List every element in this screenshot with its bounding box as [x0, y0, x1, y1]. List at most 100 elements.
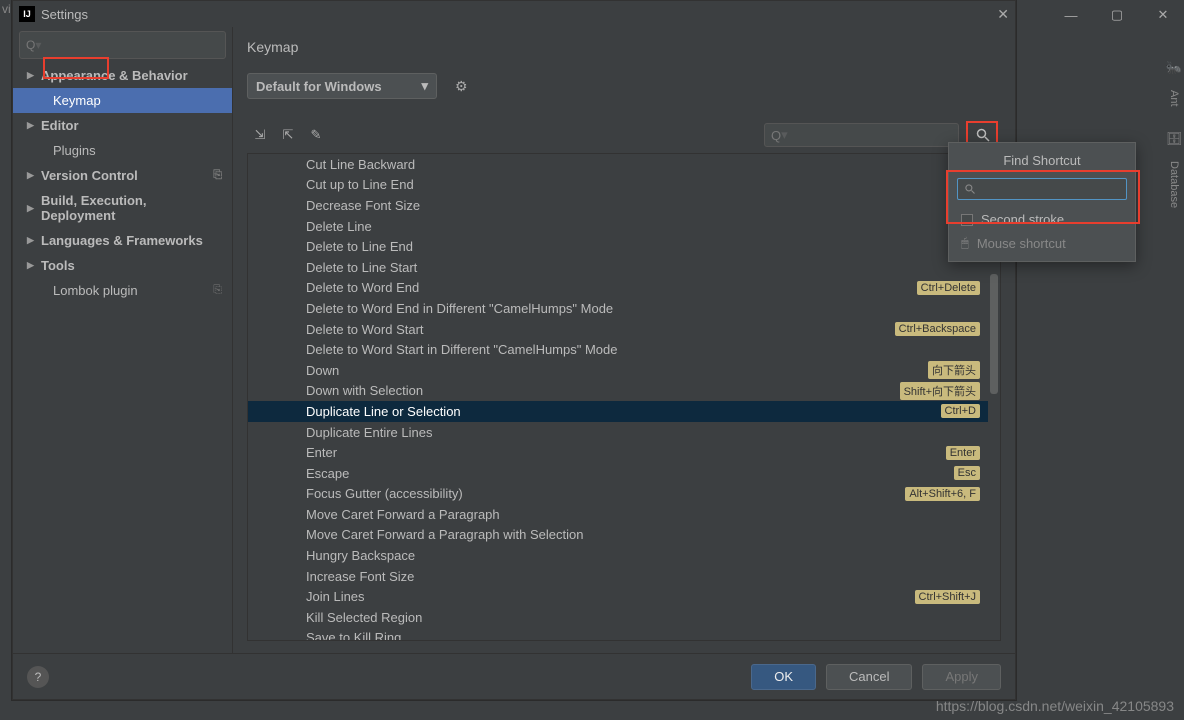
sidebar-item-keymap[interactable]: Keymap: [13, 88, 232, 113]
action-row[interactable]: EscapeEsc: [248, 463, 988, 484]
chevron-right-icon: ▶: [27, 170, 34, 181]
gear-icon[interactable]: ⚙: [455, 78, 468, 95]
action-row[interactable]: Decrease Font Size: [248, 195, 988, 216]
sidebar-item-label: Appearance & Behavior: [41, 68, 188, 83]
sidebar-item-lombok-plugin[interactable]: Lombok plugin⎘: [13, 278, 232, 303]
action-row[interactable]: Hungry Backspace: [248, 545, 988, 566]
project-badge-icon: ⎘: [213, 169, 222, 182]
database-label[interactable]: Database: [1168, 161, 1180, 208]
action-label: Move Caret Forward a Paragraph with Sele…: [306, 527, 980, 542]
right-tool-strip: 🐜 Ant 🗄 Database: [1164, 60, 1184, 208]
sidebar-search-input[interactable]: Q▾: [19, 31, 226, 59]
action-label: Delete to Line Start: [306, 260, 980, 275]
action-label: Down: [306, 363, 928, 378]
action-label: Focus Gutter (accessibility): [306, 486, 905, 501]
action-row[interactable]: Delete to Line End: [248, 236, 988, 257]
action-row[interactable]: Duplicate Entire Lines: [248, 422, 988, 443]
action-label: Enter: [306, 445, 946, 460]
settings-sidebar: Q▾ ▶ Appearance & Behavior Keymap ▶EditorPl…: [13, 27, 233, 653]
sidebar-item-languages-frameworks[interactable]: ▶Languages & Frameworks: [13, 228, 232, 253]
mouse-shortcut-row[interactable]: 🖱 Mouse shortcut: [949, 231, 1135, 255]
action-row[interactable]: Join LinesCtrl+Shift+J: [248, 586, 988, 607]
action-row[interactable]: Delete to Word Start in Different "Camel…: [248, 339, 988, 360]
keymap-scheme-select[interactable]: Default for Windows ▾: [247, 73, 437, 99]
action-row[interactable]: Delete to Word EndCtrl+Delete: [248, 278, 988, 299]
action-row[interactable]: Move Caret Forward a Paragraph: [248, 504, 988, 525]
find-shortcut-popup: Find Shortcut Second stroke 🖱 Mouse shor…: [948, 142, 1136, 262]
mouse-shortcut-label: Mouse shortcut: [977, 236, 1066, 251]
sidebar-item-version-control[interactable]: ▶ Version Control ⎘: [13, 163, 232, 188]
second-stroke-checkbox[interactable]: [961, 214, 973, 226]
second-stroke-row[interactable]: Second stroke: [949, 208, 1135, 231]
maximize-icon[interactable]: ▢: [1104, 5, 1130, 25]
action-row[interactable]: EnterEnter: [248, 442, 988, 463]
action-row[interactable]: Increase Font Size: [248, 566, 988, 587]
minimize-icon[interactable]: —: [1058, 5, 1084, 25]
help-button[interactable]: ?: [27, 666, 49, 688]
action-label: Hungry Backspace: [306, 548, 980, 563]
sidebar-item-build-execution-deployment[interactable]: ▶Build, Execution, Deployment: [13, 188, 232, 228]
action-row[interactable]: Cut Line Backward: [248, 154, 988, 175]
ant-label[interactable]: Ant: [1168, 90, 1180, 107]
expand-all-icon[interactable]: ⇲: [251, 127, 269, 143]
apply-button[interactable]: Apply: [922, 664, 1001, 690]
action-label: Delete to Word Start: [306, 322, 895, 337]
chevron-right-icon: ▶: [27, 260, 34, 271]
cancel-button[interactable]: Cancel: [826, 664, 912, 690]
shortcut-badge: Ctrl+Delete: [917, 281, 980, 295]
action-row[interactable]: Duplicate Line or SelectionCtrl+D: [248, 401, 988, 422]
shortcut-badge: Alt+Shift+6, F: [905, 487, 980, 501]
settings-dialog: IJ Settings ✕ Q▾ ▶ Appearance & Behavior K…: [12, 0, 1016, 700]
project-badge-icon: ⎘: [213, 284, 222, 297]
shortcut-badge: Shift+向下箭头: [900, 382, 980, 400]
action-search-input[interactable]: Q▾: [764, 123, 959, 147]
action-row[interactable]: Down with SelectionShift+向下箭头: [248, 381, 988, 402]
shortcut-badge: Ctrl+Shift+J: [915, 590, 980, 604]
chevron-down-icon: ▾: [421, 78, 428, 94]
action-row[interactable]: Down向下箭头: [248, 360, 988, 381]
scroll-thumb[interactable]: [990, 274, 998, 394]
sidebar-item-editor[interactable]: ▶Editor: [13, 113, 232, 138]
action-row[interactable]: Cut up to Line End: [248, 175, 988, 196]
second-stroke-label: Second stroke: [981, 212, 1064, 227]
close-icon[interactable]: ✕: [997, 6, 1009, 23]
sidebar-item-label: Version Control: [41, 168, 138, 183]
close-app-icon[interactable]: ✕: [1150, 5, 1176, 25]
keymap-action-list[interactable]: Cut Line BackwardCut up to Line EndDecre…: [247, 153, 1001, 641]
action-label: Join Lines: [306, 589, 915, 604]
settings-main: Keymap Default for Windows ▾ ⚙ ⇲ ⇱ ✎ Q▾: [233, 27, 1015, 653]
action-row[interactable]: Kill Selected Region: [248, 607, 988, 628]
sidebar-item-tools[interactable]: ▶Tools: [13, 253, 232, 278]
action-row[interactable]: Delete to Line Start: [248, 257, 988, 278]
action-label: Increase Font Size: [306, 569, 980, 584]
collapse-all-icon[interactable]: ⇱: [279, 127, 297, 143]
action-row[interactable]: Delete to Word End in Different "CamelHu…: [248, 298, 988, 319]
action-row[interactable]: Delete to Word StartCtrl+Backspace: [248, 319, 988, 340]
ok-button[interactable]: OK: [751, 664, 816, 690]
chevron-right-icon: ▶: [27, 70, 34, 81]
sidebar-item-appearance-behavior[interactable]: ▶ Appearance & Behavior: [13, 63, 232, 88]
popup-title: Find Shortcut: [949, 149, 1135, 176]
action-row[interactable]: Delete Line: [248, 216, 988, 237]
action-label: Delete to Word Start in Different "Camel…: [306, 342, 980, 357]
action-label: Save to Kill Ring: [306, 630, 980, 640]
dialog-titlebar: IJ Settings ✕: [13, 1, 1015, 27]
action-row[interactable]: Focus Gutter (accessibility)Alt+Shift+6,…: [248, 484, 988, 505]
action-row[interactable]: Move Caret Forward a Paragraph with Sele…: [248, 525, 988, 546]
database-icon[interactable]: 🗄: [1166, 131, 1183, 147]
shortcut-badge: 向下箭头: [928, 361, 980, 379]
chevron-right-icon: ▶: [27, 120, 34, 131]
action-label: Kill Selected Region: [306, 610, 980, 625]
edit-icon[interactable]: ✎: [307, 127, 325, 143]
sidebar-item-label: Keymap: [53, 93, 101, 108]
action-label: Down with Selection: [306, 383, 900, 398]
shortcut-badge: Ctrl+Backspace: [895, 322, 980, 336]
sidebar-item-plugins[interactable]: Plugins: [13, 138, 232, 163]
chevron-right-icon: ▶: [27, 235, 34, 246]
action-label: Delete to Line End: [306, 239, 980, 254]
page-title: Keymap: [247, 39, 1001, 55]
shortcut-input[interactable]: [957, 178, 1127, 200]
ant-icon[interactable]: 🐜: [1166, 60, 1182, 76]
action-label: Escape: [306, 466, 954, 481]
action-row[interactable]: Save to Kill Ring: [248, 628, 988, 640]
